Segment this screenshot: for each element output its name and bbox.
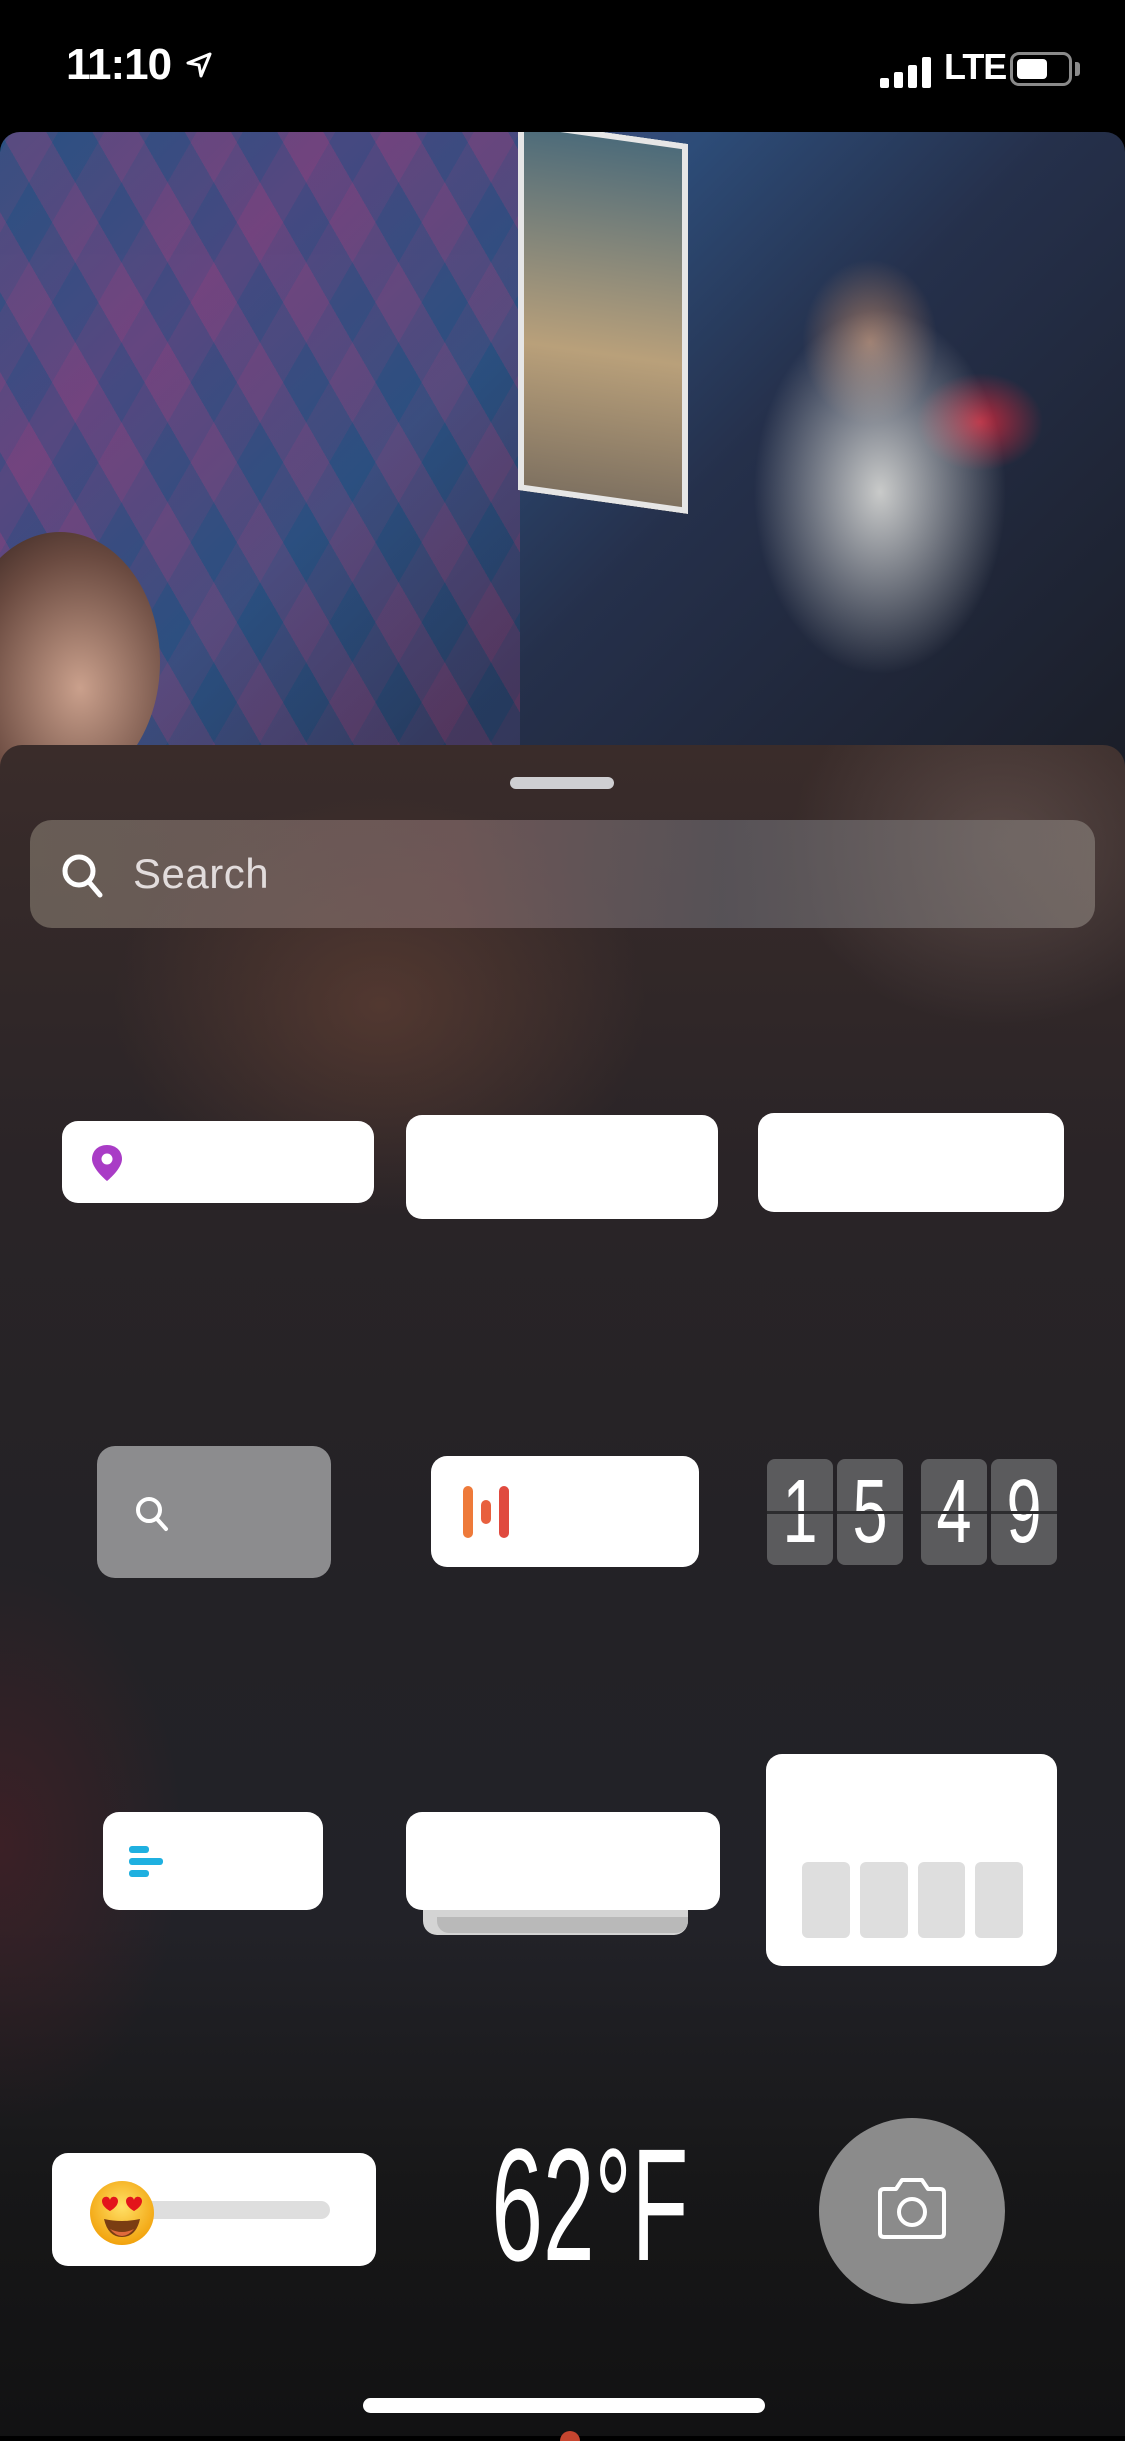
mention-sticker[interactable]: @MENTION (406, 1115, 718, 1219)
location-sticker-label: LOCATION (102, 1131, 392, 1195)
location-arrow-icon (186, 52, 212, 78)
poll-lines-icon (129, 1846, 163, 1877)
hashtag-sticker[interactable]: #HASHTAG (758, 1113, 1064, 1212)
countdown-box (975, 1862, 1023, 1938)
heart-eyes-emoji-icon (90, 2181, 154, 2245)
countdown-box (917, 1862, 966, 1938)
poll-sticker-label: POLL (159, 1824, 309, 1896)
poll-sticker[interactable]: POLL (103, 1812, 323, 1910)
status-time: 11:10 (66, 40, 172, 89)
music-sticker[interactable]: MUSIC (431, 1456, 699, 1567)
status-bar: 11:10 LTE (0, 0, 1125, 130)
countdown-boxes (802, 1862, 1023, 1938)
hashtag-sticker-label: #HASHTAG (720, 1127, 1103, 1199)
drag-handle[interactable] (510, 777, 614, 789)
questions-sticker[interactable]: QUESTIONS (406, 1812, 720, 1910)
home-indicator[interactable] (363, 2398, 765, 2413)
countdown-sticker-label: COUNTDOWN (766, 1776, 1057, 1836)
time-digit: 4 (921, 1459, 987, 1565)
time-digit: 5 (837, 1459, 903, 1565)
wall-poster (518, 132, 688, 514)
countdown-box (859, 1862, 908, 1938)
battery-icon (1010, 52, 1072, 86)
slider-track (132, 2201, 330, 2219)
cellular-signal-icon (880, 57, 931, 88)
search-placeholder: Search (133, 850, 270, 897)
countdown-sticker[interactable]: COUNTDOWN (766, 1754, 1057, 1966)
emoji-slider-sticker[interactable] (52, 2153, 376, 2266)
sticker-search-input[interactable]: Search (30, 820, 1095, 928)
search-icon (62, 854, 103, 898)
music-sticker-label: MUSIC (509, 1474, 699, 1546)
time-sticker[interactable]: 1 5 4 9 (767, 1459, 1057, 1565)
countdown-box (802, 1862, 850, 1938)
story-photo-background (0, 132, 1125, 772)
time-digit: 1 (767, 1459, 833, 1565)
location-sticker[interactable]: LOCATION (62, 1121, 374, 1203)
camera-icon (878, 2178, 946, 2239)
search-icon (136, 1497, 168, 1531)
questions-sticker-label: QUESTIONS (351, 1825, 775, 1897)
camera-sticker-button[interactable] (819, 2118, 1005, 2304)
gif-search-sticker[interactable] (97, 1446, 331, 1578)
questions-sticker-stack (437, 1917, 688, 1933)
mention-sticker-label: @MENTION (359, 1131, 764, 1203)
battery-tip (1075, 62, 1080, 76)
time-digit: 9 (991, 1459, 1057, 1565)
temperature-sticker[interactable]: 62°F (420, 2120, 720, 2290)
network-type: LTE (944, 46, 1007, 87)
